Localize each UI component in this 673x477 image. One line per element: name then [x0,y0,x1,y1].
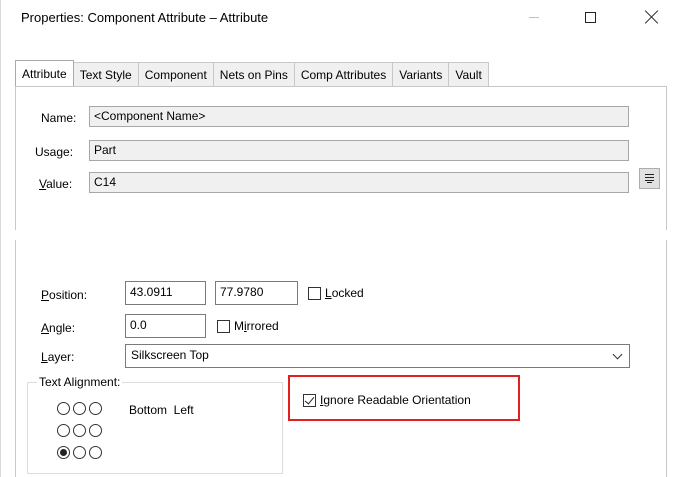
mirrored-text-end: rrored [246,319,279,333]
locked-checkbox[interactable]: Locked [308,286,364,300]
mirrored-text-start: M [234,319,244,333]
layer-select-value: Silkscreen Top [131,348,209,362]
tab-vault[interactable]: Vault [448,62,489,86]
align-bottom-center-radio[interactable] [73,446,86,459]
align-bottom-left-radio[interactable] [57,446,70,459]
value-options-button[interactable] [639,168,660,189]
align-middle-center-radio[interactable] [73,424,86,437]
align-top-center-radio[interactable] [73,402,86,415]
minimize-button[interactable] [511,0,557,34]
checkbox-icon [303,393,316,407]
layer-label-text: ayer: [47,350,75,364]
tab-variants[interactable]: Variants [392,62,450,86]
maximize-button[interactable] [567,0,613,34]
tab-component[interactable]: Component [137,62,214,86]
locked-label: Locked [325,286,364,300]
tab-comp-attributes[interactable]: Comp Attributes [293,62,394,86]
angle-label-mnemonic: A [41,321,50,335]
value-field[interactable]: C14 [89,172,629,193]
title-bar: Properties: Component Attribute – Attrib… [1,0,673,36]
locked-text: ocked [331,286,364,300]
ellipsis-icon [645,174,654,183]
window-title: Properties: Component Attribute – Attrib… [21,10,269,25]
close-icon [645,10,659,24]
ignore-readable-orientation-label: Ignore Readable Orientation [320,393,471,407]
align-middle-right-radio[interactable] [89,424,102,437]
properties-window: Properties: Component Attribute – Attrib… [0,0,673,477]
name-label: Name: [41,111,77,125]
layer-label-mnemonic: L [41,350,48,364]
checkbox-icon [308,286,321,300]
ignore-readable-text: gnore Readable Orientation [323,393,471,407]
align-top-right-radio[interactable] [89,402,102,415]
align-bottom-right-radio[interactable] [89,446,102,459]
usage-label: Usage: [35,145,74,159]
alignment-selected-text: Bottom Left [129,403,194,417]
layer-select[interactable]: Silkscreen Top [125,344,630,368]
locked-mnemonic: L [325,286,332,300]
tab-text-style[interactable]: Text Style [72,62,139,86]
mirrored-checkbox[interactable]: Mirrored [217,319,279,333]
value-label: Value: [39,177,72,191]
name-field: <Component Name> [89,106,629,127]
ignore-readable-orientation-checkbox[interactable]: Ignore Readable Orientation [303,393,471,407]
angle-input[interactable]: 0.0 [125,314,206,338]
maximize-icon [584,11,596,23]
tab-nets-on-pins[interactable]: Nets on Pins [212,62,295,86]
angle-label-text: ngle: [49,321,76,335]
position-label-text: osition: [49,288,88,302]
position-label-mnemonic: P [41,288,50,302]
align-middle-left-radio[interactable] [57,424,70,437]
tab-attribute[interactable]: Attribute [15,60,74,86]
minimize-icon [529,16,539,18]
checkbox-icon [217,319,230,333]
close-button[interactable] [629,0,673,34]
position-y-input[interactable]: 77.9780 [215,281,298,305]
angle-label: Angle: [41,321,75,335]
position-label: Position: [41,288,87,302]
layer-label: Layer: [41,350,74,364]
mirrored-label: Mirrored [234,319,279,333]
chevron-down-icon [612,349,623,360]
align-top-left-radio[interactable] [57,402,70,415]
usage-field: Part [89,140,629,161]
tab-strip: Attribute Text Style Component Nets on P… [15,60,489,86]
value-label-text: alue: [46,177,73,191]
position-x-input[interactable]: 43.0911 [125,281,206,305]
text-alignment-legend: Text Alignment: [37,375,123,389]
